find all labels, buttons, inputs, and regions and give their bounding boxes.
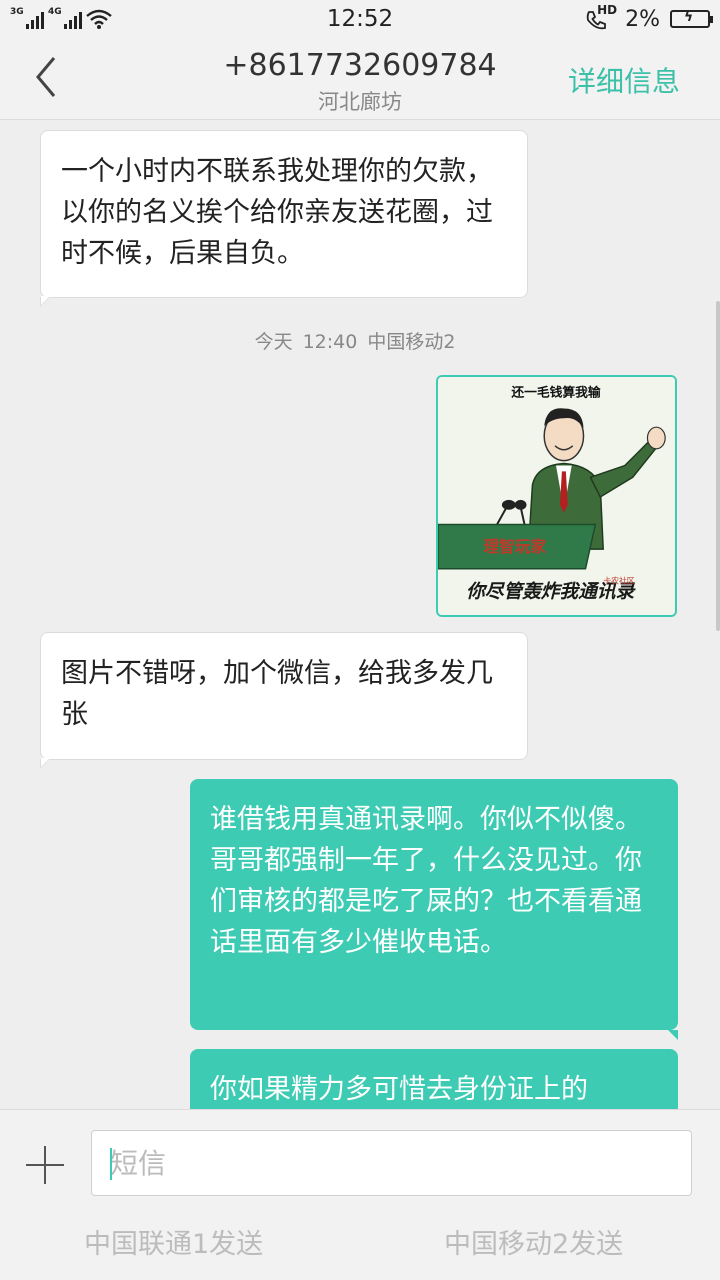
message-bubble-incoming[interactable]: 一个小时内不联系我处理你的欠款，以你的名义挨个给你亲友送花圈，过时不候，后果自负… (40, 130, 528, 307)
image-message[interactable]: 还一毛钱算我输 理智玩家 你尽管轰炸我通讯录 卡农社区 (436, 375, 677, 617)
timestamp-carrier: 中国移动2 (367, 331, 456, 353)
battery-percent: 2% (625, 6, 660, 32)
signal-icon: 4G (48, 7, 82, 29)
composer-bar: 中国联通1发送 中国移动2发送 (0, 1109, 720, 1280)
status-left: 3G 4G (10, 7, 210, 29)
meme-caption-top: 还一毛钱算我输 (510, 385, 601, 401)
message-timestamp: 今天 12:40 中国移动2 (0, 327, 720, 354)
network-type-1: 3G (10, 7, 24, 17)
sms-input[interactable] (91, 1130, 692, 1196)
message-text: 一个小时内不联系我处理你的欠款，以你的名义挨个给你亲友送花圈，过时不候，后果自负… (61, 156, 493, 269)
send-via-mobile-button[interactable]: 中国移动2发送 (444, 1222, 623, 1261)
plus-icon[interactable] (26, 1146, 64, 1184)
status-time: 12:52 (326, 6, 394, 32)
battery-icon: ϟ (670, 9, 713, 28)
timestamp-day: 今天 (254, 331, 293, 353)
message-text: 谁借钱用真通讯录啊。你似不似傻。哥哥都强制一年了，什么没见过。你们审核的都是吃了… (210, 804, 642, 958)
hd-call-icon: HD (585, 3, 617, 31)
send-via-unicom-button[interactable]: 中国联通1发送 (84, 1222, 263, 1261)
network-type-2: 4G (48, 7, 62, 17)
message-bubble-outgoing[interactable]: 谁借钱用真通讯录啊。你似不似傻。哥哥都强制一年了，什么没见过。你们审核的都是吃了… (190, 779, 678, 1040)
hd-label: HD (597, 3, 618, 17)
message-text: 图片不错呀，加个微信，给我多发几张 (61, 658, 493, 730)
timestamp-time: 12:40 (302, 331, 358, 353)
text-caret (110, 1148, 112, 1180)
status-bar: 3G 4G 12:52 HD 2% ϟ (0, 0, 720, 38)
meme-podium-text: 理智玩家 (483, 537, 546, 556)
details-button[interactable]: 详细信息 (568, 60, 680, 100)
meme-image: 还一毛钱算我输 理智玩家 你尽管轰炸我通讯录 卡农社区 (438, 377, 675, 615)
meme-watermark: 卡农社区 (603, 576, 635, 586)
scrollbar[interactable] (716, 301, 720, 631)
wifi-icon (86, 9, 112, 29)
message-text: 你如果精力多可惜去身份证上的 (210, 1074, 588, 1105)
message-bubble-incoming[interactable]: 图片不错呀，加个微信，给我多发几张 (40, 632, 528, 769)
conversation-header: +8617732609784 河北廊坊 详细信息 (0, 38, 720, 120)
message-list[interactable]: 一个小时内不联系我处理你的欠款，以你的名义挨个给你亲友送花圈，过时不候，后果自负… (0, 121, 720, 1109)
signal-icon: 3G (10, 7, 44, 29)
status-right: HD 2% ϟ (510, 3, 713, 32)
message-bubble-outgoing[interactable]: 你如果精力多可惜去身份证上的 (190, 1049, 678, 1109)
